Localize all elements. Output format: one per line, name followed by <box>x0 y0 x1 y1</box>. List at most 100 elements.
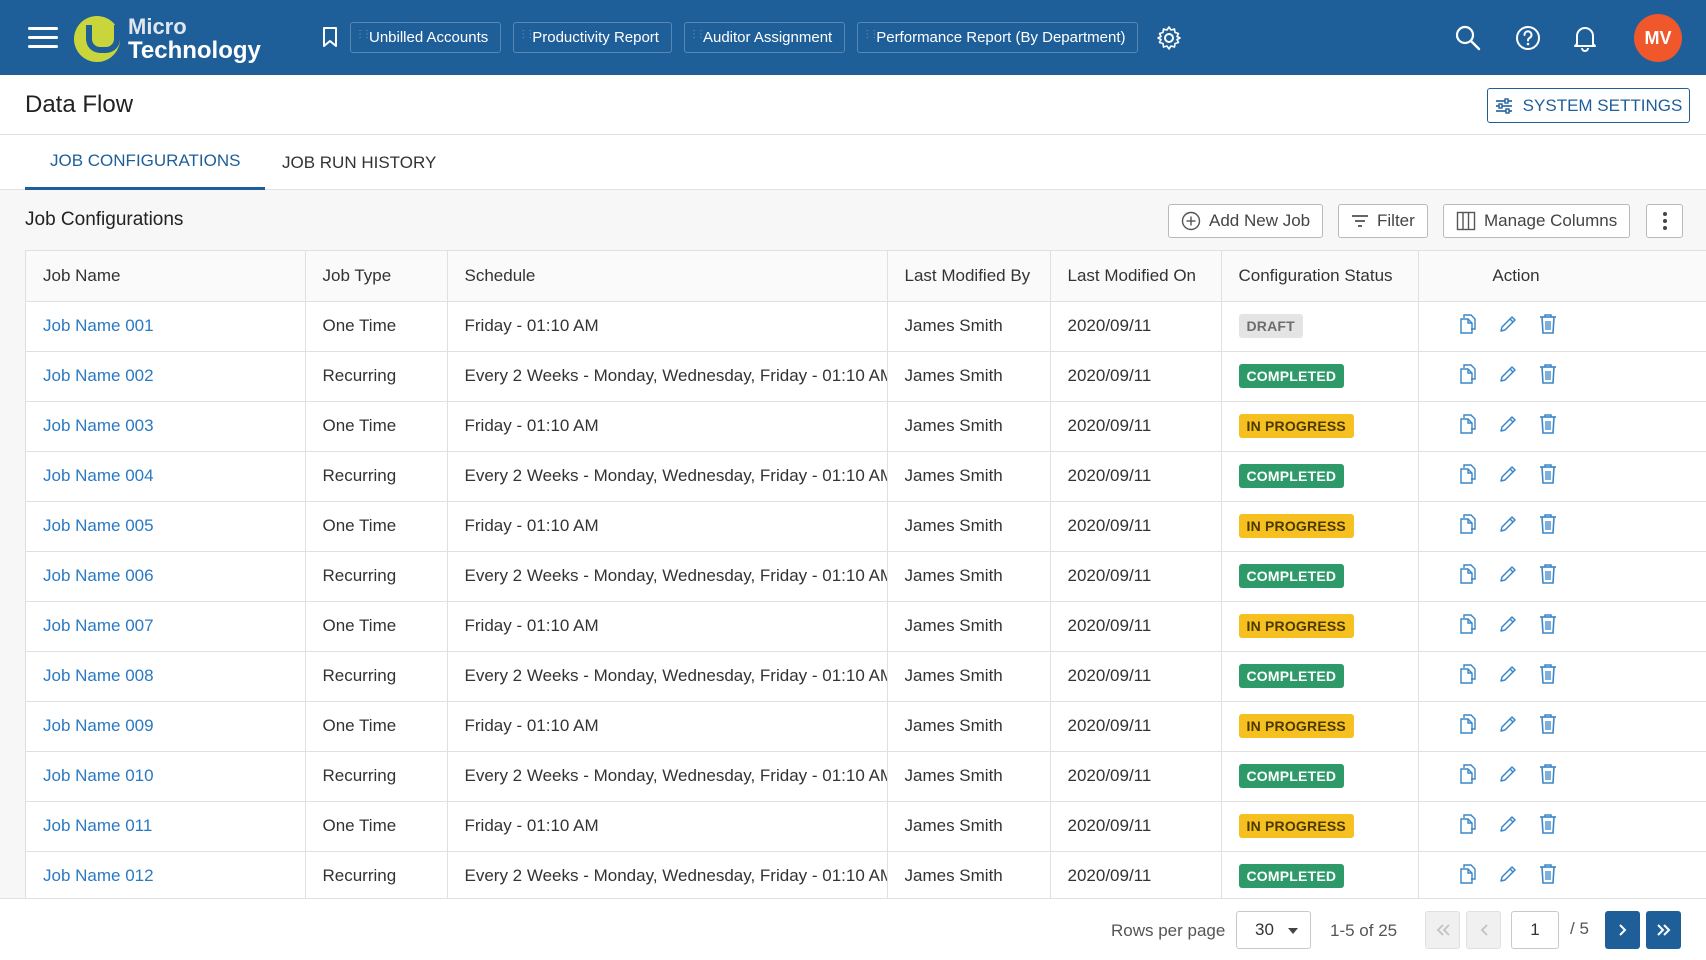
manage-columns-label: Manage Columns <box>1484 211 1618 230</box>
edit-pencil-icon[interactable] <box>1498 514 1518 539</box>
copy-icon[interactable] <box>1458 863 1478 890</box>
job-name-link[interactable]: Job Name 003 <box>26 401 306 452</box>
system-settings-label: SYSTEM SETTINGS <box>1522 95 1683 115</box>
status-cell: IN PROGRESS <box>1221 701 1419 752</box>
help-icon[interactable] <box>1514 24 1542 57</box>
app-logo[interactable]: Micro Technology <box>74 15 261 63</box>
edit-pencil-icon[interactable] <box>1498 864 1518 889</box>
delete-trash-icon[interactable] <box>1538 713 1558 740</box>
copy-icon[interactable] <box>1458 463 1478 490</box>
page-number-input[interactable]: 1 <box>1511 911 1559 949</box>
edit-pencil-icon[interactable] <box>1498 814 1518 839</box>
copy-icon[interactable] <box>1458 413 1478 440</box>
quick-link-auditor-assignment[interactable]: Auditor Assignment <box>683 22 846 53</box>
edit-pencil-icon[interactable] <box>1498 464 1518 489</box>
job-name-link[interactable]: Job Name 008 <box>26 651 306 702</box>
quick-link-unbilled-accounts[interactable]: Unbilled Accounts <box>350 22 502 53</box>
delete-trash-icon[interactable] <box>1538 463 1558 490</box>
notification-bell-icon[interactable] <box>1572 24 1598 57</box>
edit-pencil-icon[interactable] <box>1498 364 1518 389</box>
column-header-configuration-status[interactable]: Configuration Status <box>1221 251 1419 302</box>
manage-columns-button[interactable]: Manage Columns <box>1443 204 1631 238</box>
quick-link-performance-report[interactable]: Performance Report (By Department) <box>857 22 1139 53</box>
edit-pencil-icon[interactable] <box>1498 564 1518 589</box>
job-type-cell: Recurring <box>305 451 448 502</box>
table-row: Job Name 009 One Time Friday - 01:10 AM Jam… <box>26 701 1706 752</box>
hamburger-menu-icon[interactable] <box>28 27 58 49</box>
delete-trash-icon[interactable] <box>1538 663 1558 690</box>
last-modified-by-cell: James Smith <box>887 851 1051 898</box>
first-page-button[interactable] <box>1425 911 1460 949</box>
job-type-cell: One Time <box>305 701 448 752</box>
next-page-button[interactable] <box>1605 911 1640 949</box>
action-cell <box>1418 601 1706 652</box>
job-name-link[interactable]: Job Name 002 <box>26 351 306 402</box>
column-header-last-modified-by[interactable]: Last Modified By <box>887 251 1051 302</box>
gear-icon[interactable] <box>1156 25 1182 56</box>
edit-pencil-icon[interactable] <box>1498 764 1518 789</box>
delete-trash-icon[interactable] <box>1538 363 1558 390</box>
delete-trash-icon[interactable] <box>1538 513 1558 540</box>
column-header-job-type[interactable]: Job Type <box>305 251 448 302</box>
rows-per-page-select[interactable]: 30 <box>1236 911 1311 949</box>
copy-icon[interactable] <box>1458 613 1478 640</box>
previous-page-button[interactable] <box>1466 911 1501 949</box>
edit-pencil-icon[interactable] <box>1498 614 1518 639</box>
edit-pencil-icon[interactable] <box>1498 714 1518 739</box>
tab-job-run-history[interactable]: JOB RUN HISTORY <box>257 135 461 190</box>
last-modified-by-cell: James Smith <box>887 301 1051 352</box>
edit-pencil-icon[interactable] <box>1498 664 1518 689</box>
system-settings-button[interactable]: SYSTEM SETTINGS <box>1487 88 1690 123</box>
status-cell: COMPLETED <box>1221 751 1419 802</box>
action-cell <box>1418 301 1706 352</box>
status-badge: COMPLETED <box>1238 764 1345 788</box>
job-name-link[interactable]: Job Name 012 <box>26 851 306 898</box>
schedule-cell: Every 2 Weeks - Monday, Wednesday, Frida… <box>447 351 888 402</box>
filter-button[interactable]: Filter <box>1338 204 1428 238</box>
copy-icon[interactable] <box>1458 713 1478 740</box>
job-name-link[interactable]: Job Name 006 <box>26 551 306 602</box>
column-header-job-name[interactable]: Job Name <box>26 251 306 302</box>
copy-icon[interactable] <box>1458 513 1478 540</box>
more-options-icon[interactable] <box>1646 204 1683 238</box>
schedule-cell: Every 2 Weeks - Monday, Wednesday, Frida… <box>447 751 888 802</box>
copy-icon[interactable] <box>1458 363 1478 390</box>
rows-per-page-value: 30 <box>1255 920 1274 939</box>
delete-trash-icon[interactable] <box>1538 313 1558 340</box>
last-page-button[interactable] <box>1646 911 1681 949</box>
avatar[interactable]: MV <box>1634 14 1682 62</box>
add-new-job-button[interactable]: Add New Job <box>1168 204 1324 238</box>
status-badge: COMPLETED <box>1238 864 1345 888</box>
search-icon[interactable] <box>1454 24 1482 57</box>
tab-job-configurations[interactable]: JOB CONFIGURATIONS <box>25 135 266 190</box>
status-badge: IN PROGRESS <box>1238 614 1354 638</box>
job-name-link[interactable]: Job Name 007 <box>26 601 306 652</box>
copy-icon[interactable] <box>1458 663 1478 690</box>
copy-icon[interactable] <box>1458 763 1478 790</box>
delete-trash-icon[interactable] <box>1538 413 1558 440</box>
status-badge: IN PROGRESS <box>1238 514 1354 538</box>
edit-pencil-icon[interactable] <box>1498 414 1518 439</box>
delete-trash-icon[interactable] <box>1538 563 1558 590</box>
delete-trash-icon[interactable] <box>1538 863 1558 890</box>
status-cell: COMPLETED <box>1221 451 1419 502</box>
delete-trash-icon[interactable] <box>1538 613 1558 640</box>
job-name-link[interactable]: Job Name 009 <box>26 701 306 752</box>
job-name-link[interactable]: Job Name 010 <box>26 751 306 802</box>
edit-pencil-icon[interactable] <box>1498 314 1518 339</box>
copy-icon[interactable] <box>1458 313 1478 340</box>
job-name-link[interactable]: Job Name 011 <box>26 801 306 852</box>
copy-icon[interactable] <box>1458 813 1478 840</box>
bookmark-icon[interactable] <box>321 26 339 53</box>
column-header-last-modified-on[interactable]: Last Modified On <box>1050 251 1222 302</box>
delete-trash-icon[interactable] <box>1538 763 1558 790</box>
last-modified-on-cell: 2020/09/11 <box>1050 651 1222 702</box>
job-name-link[interactable]: Job Name 004 <box>26 451 306 502</box>
column-header-schedule[interactable]: Schedule <box>447 251 888 302</box>
quick-link-productivity-report[interactable]: Productivity Report <box>513 22 672 53</box>
job-name-link[interactable]: Job Name 005 <box>26 501 306 552</box>
job-name-link[interactable]: Job Name 001 <box>26 301 306 352</box>
last-modified-on-cell: 2020/09/11 <box>1050 501 1222 552</box>
delete-trash-icon[interactable] <box>1538 813 1558 840</box>
copy-icon[interactable] <box>1458 563 1478 590</box>
